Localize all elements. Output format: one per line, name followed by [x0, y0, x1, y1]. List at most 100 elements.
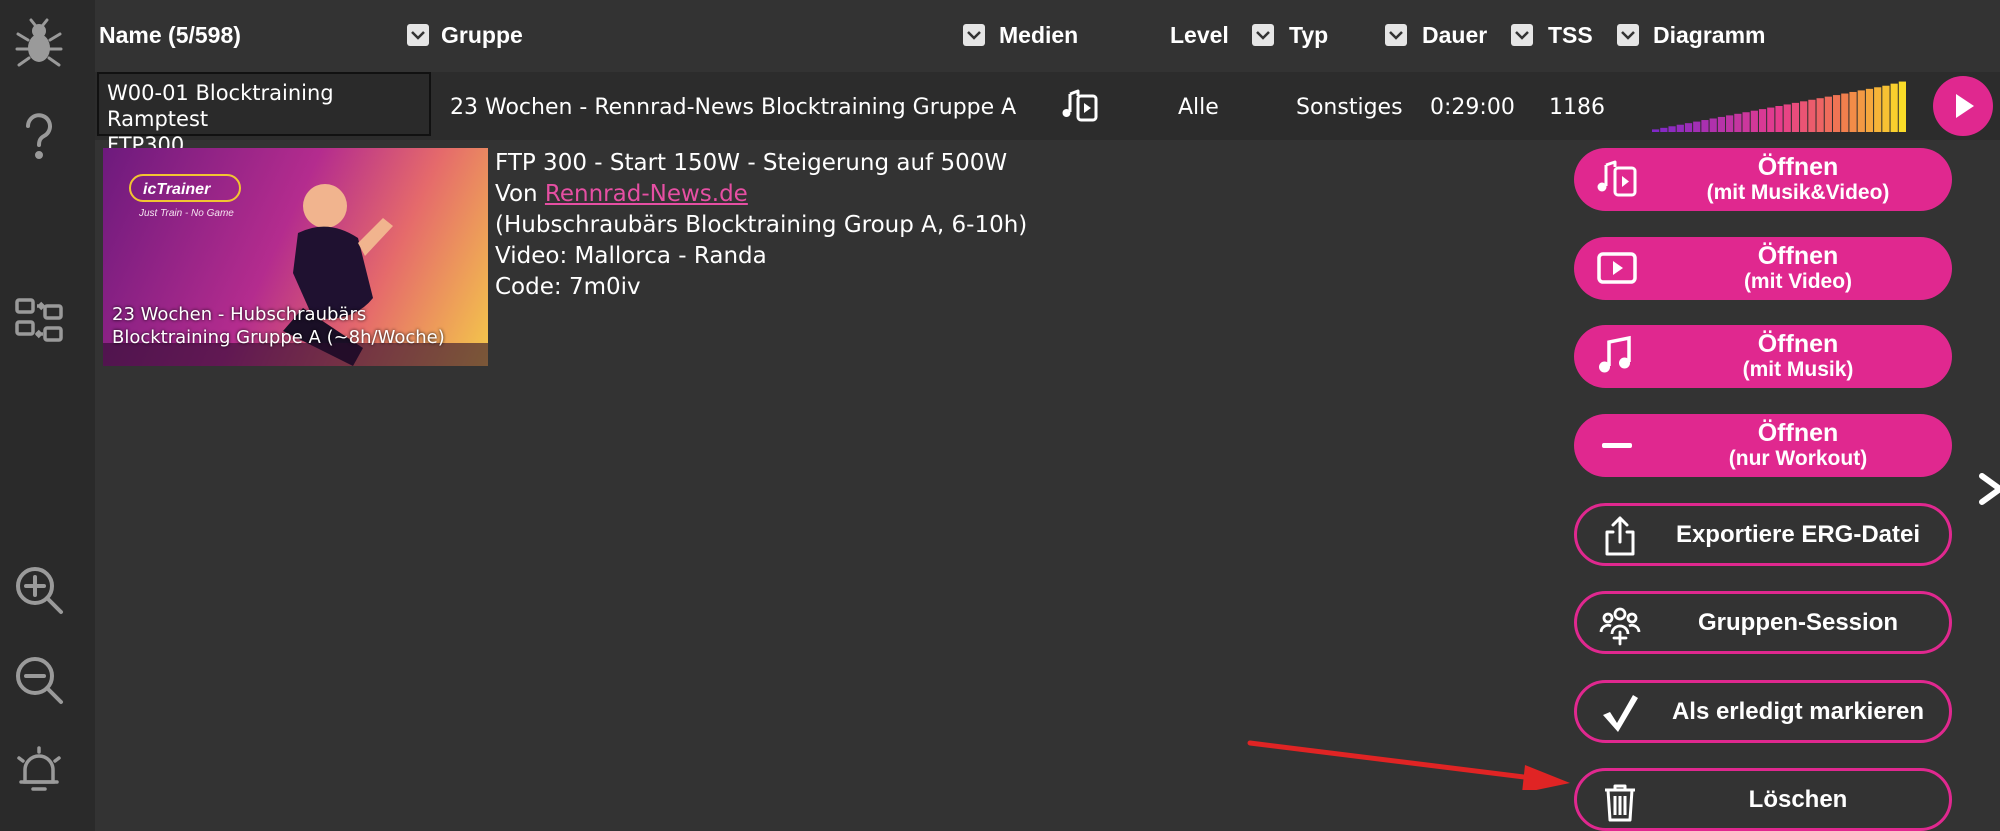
button-label: Öffnen [1757, 242, 1839, 270]
zoom-in-icon[interactable] [11, 562, 67, 618]
thumbnail-caption: 23 Wochen - Hubschraubärs Blocktraining … [112, 303, 482, 349]
diagram-bar [1783, 104, 1791, 132]
diagram-bar [1791, 102, 1800, 132]
diagram-bar [1726, 115, 1734, 132]
diagram-bar [1874, 87, 1882, 132]
workout-description: FTP 300 - Start 150W - Steigerung auf 50… [495, 148, 1027, 303]
share-icon [1597, 514, 1643, 560]
button-label: Löschen [1748, 785, 1848, 813]
diagram-bar [1758, 109, 1767, 132]
col-type[interactable]: Typ [1289, 22, 1328, 49]
col-group[interactable]: Gruppe [441, 22, 523, 49]
diagram-bar [1857, 90, 1865, 132]
button-label: Als erledigt markieren [1671, 697, 1925, 725]
music-video-icon [1060, 86, 1100, 126]
description-line: Code: 7m0iv [495, 274, 641, 300]
col-tss[interactable]: TSS [1548, 22, 1593, 49]
diagram-bar [1734, 113, 1742, 132]
button-sublabel: (mit Musik&Video) [1706, 181, 1890, 204]
ictrainer-logo: icTrainer [129, 174, 241, 202]
alarm-icon[interactable] [11, 742, 67, 798]
diagram-bar [1890, 83, 1898, 132]
workout-level: Alle [1178, 95, 1219, 120]
intensity-diagram [1652, 81, 1906, 132]
diagram-bar [1824, 96, 1832, 132]
diagram-bar [1841, 93, 1849, 132]
workout-name[interactable]: W00-01 Blocktraining Ramptest FTP300 [97, 72, 431, 157]
caption-line1: 23 Wochen - Hubschraubärs [112, 304, 367, 325]
diagram-bar [1742, 112, 1750, 132]
sort-chevron-icon[interactable] [1511, 24, 1533, 46]
diagram-bar [1882, 85, 1890, 132]
col-duration[interactable]: Dauer [1422, 22, 1487, 49]
diagram-bar [1865, 88, 1874, 132]
button-label: Öffnen [1757, 153, 1839, 181]
description-line: Video: Mallorca - Randa [495, 243, 767, 269]
open-music-video-button[interactable]: Öffnen (mit Musik&Video) [1574, 148, 1952, 211]
diagram-bar [1816, 98, 1824, 132]
thumbnail-tagline: Just Train - No Game [139, 208, 234, 219]
delete-button[interactable]: Löschen [1574, 768, 1952, 831]
button-label: Öffnen [1757, 330, 1839, 358]
group-session-button[interactable]: Gruppen-Session [1574, 591, 1952, 654]
diagram-bar [1849, 91, 1857, 132]
diagram-bar [1832, 95, 1841, 132]
workout-type: Sonstiges [1296, 95, 1403, 120]
annotation-arrow [1247, 740, 1570, 790]
button-label: Exportiere ERG-Datei [1675, 520, 1921, 548]
open-video-button[interactable]: Öffnen (mit Video) [1574, 237, 1952, 300]
description-line: FTP 300 - Start 150W - Steigerung auf 50… [495, 150, 1008, 176]
export-erg-button[interactable]: Exportiere ERG-Datei [1574, 503, 1952, 566]
bug-icon[interactable] [11, 16, 67, 72]
open-workout-only-button[interactable]: Öffnen (nur Workout) [1574, 414, 1952, 477]
sort-chevron-icon[interactable] [407, 24, 429, 46]
col-level[interactable]: Level [1170, 22, 1229, 49]
sort-chevron-icon[interactable] [963, 24, 985, 46]
help-icon[interactable] [11, 108, 67, 164]
diagram-bar [1709, 118, 1717, 132]
diagram-bar [1660, 127, 1668, 132]
workout-duration: 0:29:00 [1430, 95, 1515, 120]
diagram-bar [1898, 81, 1906, 132]
diagram-bar [1717, 116, 1726, 132]
sort-chevron-icon[interactable] [1617, 24, 1639, 46]
play-icon [1956, 94, 1974, 118]
zoom-out-icon[interactable] [11, 652, 67, 708]
diagram-bar [1684, 123, 1693, 132]
col-name[interactable]: Name (5/598) [99, 22, 241, 49]
video-icon [1594, 245, 1640, 291]
button-sublabel: (mit Musik) [1742, 358, 1854, 381]
diagram-bar [1701, 120, 1709, 132]
mark-done-button[interactable]: Als erledigt markieren [1574, 680, 1952, 743]
description-author: Von Rennrad-News.de [495, 179, 1027, 210]
swap-icon[interactable] [11, 292, 67, 348]
diagram-bar [1800, 101, 1808, 132]
table-header: Name (5/598) Gruppe Medien Level Typ Dau… [95, 0, 2000, 73]
sort-chevron-icon[interactable] [1252, 24, 1274, 46]
col-diagram[interactable]: Diagramm [1653, 22, 1765, 49]
checkmark-icon [1597, 691, 1643, 737]
sort-chevron-icon[interactable] [1385, 24, 1407, 46]
play-button[interactable] [1933, 76, 1993, 136]
group-icon [1597, 602, 1643, 648]
diagram-bar [1775, 106, 1783, 132]
author-link[interactable]: Rennrad-News.de [545, 181, 748, 207]
diagram-bar [1676, 124, 1684, 132]
diagram-bar [1808, 99, 1816, 132]
close-icon[interactable] [1978, 472, 2000, 506]
caption-line2: Blocktraining Gruppe A (~8h/Woche) [112, 327, 445, 348]
diagram-bar [1767, 107, 1775, 132]
table-row[interactable]: W00-01 Blocktraining Ramptest FTP300 23 … [95, 72, 2000, 157]
open-music-button[interactable]: Öffnen (mit Musik) [1574, 325, 1952, 388]
sidebar [0, 0, 95, 831]
workout-tss: 1186 [1549, 95, 1605, 120]
author-prefix: Von [495, 181, 545, 207]
col-media[interactable]: Medien [999, 22, 1078, 49]
workout-name-line1: W00-01 Blocktraining Ramptest [107, 81, 334, 131]
button-label: Öffnen [1757, 419, 1839, 447]
music-video-icon [1594, 156, 1640, 202]
workout-thumbnail: icTrainer Just Train - No Game 23 Wochen… [103, 148, 488, 366]
diagram-bar [1668, 126, 1676, 132]
workout-group: 23 Wochen - Rennrad-News Blocktraining G… [450, 95, 1017, 120]
button-label: Gruppen-Session [1697, 608, 1899, 636]
